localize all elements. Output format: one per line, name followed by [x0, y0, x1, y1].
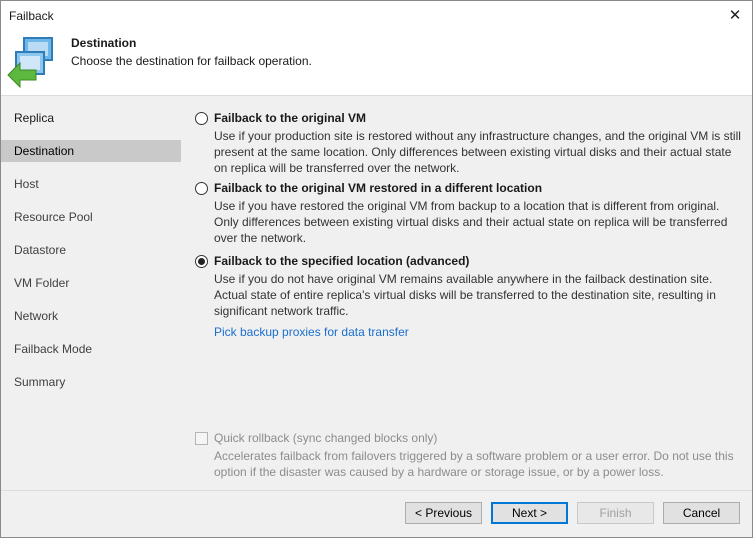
- finish-button: Finish: [577, 502, 654, 524]
- step-summary: Summary: [14, 375, 66, 389]
- vm-failback-icon: [6, 35, 62, 91]
- cancel-button[interactable]: Cancel: [663, 502, 740, 524]
- option-label[interactable]: Failback to the specified location (adva…: [214, 254, 469, 268]
- window-title: Failback: [9, 9, 54, 23]
- quick-rollback-checkbox: [195, 432, 208, 445]
- radio-specified-location[interactable]: [195, 255, 208, 268]
- option-label[interactable]: Failback to the original VM restored in …: [214, 181, 542, 195]
- step-resource-pool: Resource Pool: [14, 210, 93, 224]
- failback-wizard-window: Failback ✕ Destination Choose the destin…: [0, 0, 753, 538]
- quick-rollback-label: Quick rollback (sync changed blocks only…: [214, 431, 438, 445]
- page-subtitle: Choose the destination for failback oper…: [71, 54, 312, 68]
- pick-proxies-link[interactable]: Pick backup proxies for data transfer: [214, 325, 409, 339]
- wizard-steps: Replica Destination Host Resource Pool D…: [1, 96, 181, 490]
- previous-button[interactable]: < Previous: [405, 502, 482, 524]
- option-description: Use if you do not have original VM remai…: [214, 272, 716, 318]
- radio-different-location[interactable]: [195, 182, 208, 195]
- close-icon[interactable]: ✕: [718, 1, 752, 31]
- destination-panel: Failback to the original VM Use if your …: [181, 96, 752, 490]
- wizard-header: Destination Choose the destination for f…: [1, 31, 752, 96]
- quick-rollback-description: Accelerates failback from failovers trig…: [214, 449, 734, 479]
- step-network: Network: [14, 309, 59, 323]
- step-vm-folder: VM Folder: [14, 276, 70, 290]
- title-bar: Failback ✕: [1, 1, 752, 31]
- next-button[interactable]: Next >: [491, 502, 568, 524]
- step-datastore: Datastore: [14, 243, 67, 257]
- step-host: Host: [14, 177, 39, 191]
- step-replica[interactable]: Replica: [1, 107, 181, 129]
- wizard-footer: < Previous Next > Finish Cancel: [1, 490, 752, 537]
- step-destination[interactable]: Destination: [1, 140, 181, 162]
- radio-original-vm[interactable]: [195, 112, 208, 125]
- option-description: Use if your production site is restored …: [214, 129, 741, 175]
- page-title: Destination: [71, 36, 137, 50]
- option-description: Use if you have restored the original VM…: [214, 199, 728, 245]
- step-failback-mode: Failback Mode: [14, 342, 93, 356]
- option-label[interactable]: Failback to the original VM: [214, 111, 366, 125]
